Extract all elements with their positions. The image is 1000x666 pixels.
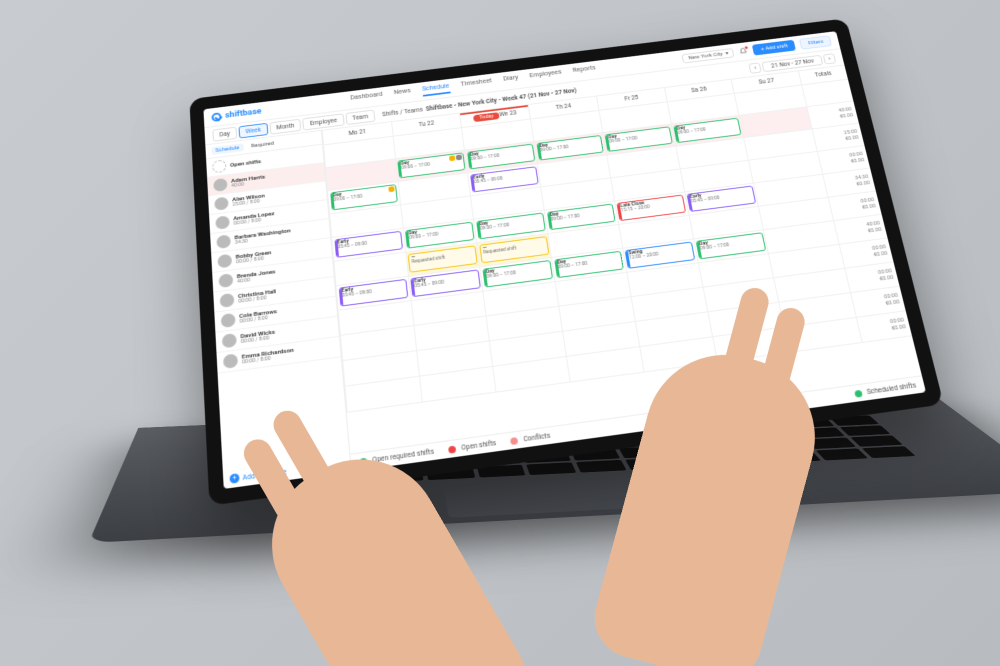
legend-conflicts: Conflicts bbox=[510, 432, 551, 446]
location-selector[interactable]: New York City ▾ bbox=[682, 48, 735, 63]
date-prev-button[interactable]: ‹ bbox=[749, 62, 762, 73]
viewtab-team[interactable]: Team bbox=[345, 109, 375, 125]
avatar bbox=[223, 353, 238, 369]
add-shift-button[interactable]: + Add shift bbox=[752, 40, 796, 56]
brand-name: shiftbase bbox=[225, 107, 262, 120]
nav-reports[interactable]: Reports bbox=[572, 64, 597, 78]
notifications-icon[interactable] bbox=[739, 47, 749, 55]
breadcrumb-path: Shifts / Teams bbox=[382, 106, 423, 118]
brand-logo-icon bbox=[211, 112, 221, 122]
schedule-grid: Mo 21Tu 22TodayWe 23Th 24Fr 25Sa 26Su 27… bbox=[322, 65, 926, 471]
avatar bbox=[213, 178, 228, 192]
notification-dot-icon bbox=[744, 45, 750, 50]
avatar bbox=[217, 254, 232, 269]
warn-icon bbox=[449, 155, 455, 161]
legend-open-shifts: Open shifts bbox=[448, 439, 496, 454]
avatar bbox=[222, 333, 237, 348]
sidebar-tab-required[interactable]: Required bbox=[247, 139, 278, 151]
row-totals: 00:00€0.00 bbox=[856, 311, 912, 343]
nav-news[interactable]: News bbox=[394, 87, 412, 100]
chevron-down-icon: ▾ bbox=[725, 50, 729, 56]
nav-diary[interactable]: Diary bbox=[503, 74, 520, 87]
nav-schedule[interactable]: Schedule bbox=[422, 82, 451, 96]
app-screen: shiftbase Dashboard News Schedule Timesheet… bbox=[203, 31, 926, 489]
plus-icon: + bbox=[229, 473, 239, 484]
sidebar-tab-schedule[interactable]: Schedule bbox=[211, 143, 243, 155]
avatar bbox=[218, 273, 233, 288]
employee-name: Open shifts bbox=[230, 158, 261, 168]
viewtab-week[interactable]: Week bbox=[238, 122, 268, 138]
avatar bbox=[214, 196, 229, 210]
nav-timesheet[interactable]: Timesheet bbox=[460, 77, 493, 92]
avatar bbox=[220, 293, 235, 308]
viewtab-day[interactable]: Day bbox=[212, 126, 237, 141]
avatar bbox=[221, 313, 236, 328]
lock-icon bbox=[456, 154, 462, 160]
date-next-button[interactable]: › bbox=[823, 53, 837, 64]
avatar bbox=[212, 159, 226, 173]
filters-button[interactable]: Filters bbox=[799, 35, 832, 49]
viewtab-employee[interactable]: Employee bbox=[303, 113, 345, 130]
warn-icon bbox=[388, 186, 394, 192]
nav-employees[interactable]: Employees bbox=[529, 69, 563, 84]
avatar bbox=[215, 215, 230, 229]
viewtab-month[interactable]: Month bbox=[269, 118, 302, 134]
avatar bbox=[216, 234, 231, 249]
legend-scheduled: Scheduled shifts bbox=[854, 381, 917, 397]
location-label: New York City bbox=[688, 51, 724, 61]
nav-dashboard[interactable]: Dashboard bbox=[350, 91, 383, 106]
brand[interactable]: shiftbase bbox=[211, 107, 261, 122]
